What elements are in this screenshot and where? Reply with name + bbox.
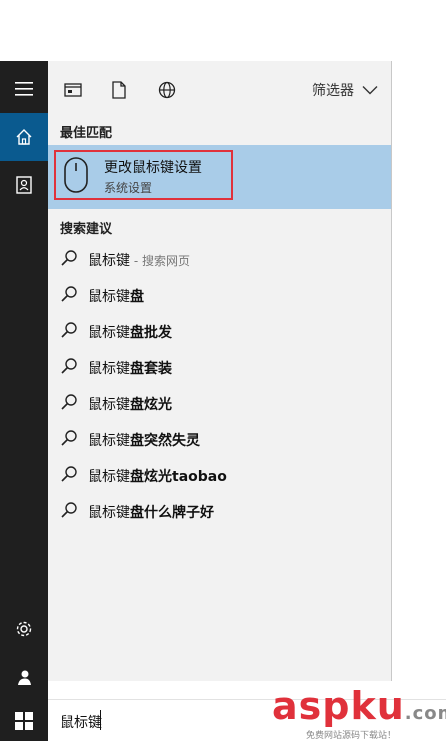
app-window-icon — [64, 83, 82, 97]
search-icon — [61, 466, 77, 482]
start-button[interactable] — [0, 697, 48, 745]
taskbar — [0, 61, 48, 741]
search-icon — [61, 394, 77, 410]
suggestion-completion: 盘炫光 — [130, 397, 172, 413]
text-caret — [100, 710, 101, 730]
suggestion-prefix: 鼠标键 — [88, 325, 130, 341]
search-icon — [61, 250, 77, 266]
search-icon — [61, 502, 77, 518]
home-icon — [16, 129, 32, 145]
watermark-logo: aspku.com 免费网站源码下载站！ — [272, 684, 446, 741]
document-icon — [112, 81, 126, 99]
suggestion-item[interactable]: 鼠标键盘炫光taobao — [48, 457, 392, 493]
contact-icon — [16, 176, 32, 194]
user-button[interactable] — [0, 653, 48, 701]
suggestion-item[interactable]: 鼠标键盘突然失灵 — [48, 421, 392, 457]
suggestion-completion: 盘突然失灵 — [130, 433, 200, 449]
watermark-brand-ku: ku — [350, 684, 405, 728]
suggestion-prefix: 鼠标键 — [88, 433, 130, 449]
filter-dropdown[interactable]: 筛选器 — [312, 79, 378, 101]
gear-icon — [16, 621, 32, 637]
suggestion-prefix: 鼠标键 — [88, 253, 130, 269]
globe-icon — [158, 81, 176, 99]
hamburger-icon — [15, 82, 33, 96]
apps-filter-button[interactable] — [62, 79, 84, 101]
search-icon — [61, 358, 77, 374]
suggestion-item[interactable]: 鼠标键盘炫光 — [48, 385, 392, 421]
suggestion-prefix: 鼠标键 — [88, 289, 130, 305]
documents-filter-button[interactable] — [108, 79, 130, 101]
user-icon — [18, 670, 31, 685]
suggestion-prefix: 鼠标键 — [88, 469, 130, 485]
search-input-value: 鼠标键 — [60, 715, 102, 731]
search-icon — [61, 430, 77, 446]
suggestion-completion: 盘批发 — [130, 325, 172, 341]
suggestion-item[interactable]: 鼠标键盘 — [48, 277, 392, 313]
watermark-tagline: 免费网站源码下载站！ — [306, 731, 397, 741]
web-filter-button[interactable] — [156, 79, 178, 101]
filter-toolbar: 筛选器 — [48, 61, 392, 117]
home-button[interactable] — [0, 113, 48, 161]
suggestion-prefix: 鼠标键 — [88, 505, 130, 521]
suggestion-prefix: 鼠标键 — [88, 397, 130, 413]
suggestion-completion: 盘炫光taobao — [130, 469, 227, 485]
windows-logo-icon — [15, 712, 33, 730]
watermark-brand-asp: asp — [272, 684, 351, 728]
chevron-down-icon — [362, 86, 378, 95]
suggestion-item[interactable]: 鼠标键 - 搜索网页 — [48, 241, 392, 277]
suggestion-item[interactable]: 鼠标键盘套装 — [48, 349, 392, 385]
suggestion-completion: 盘 — [130, 289, 144, 305]
search-icon — [61, 322, 77, 338]
search-icon — [61, 286, 77, 302]
suggestion-prefix: 鼠标键 — [88, 361, 130, 377]
settings-button[interactable] — [0, 605, 48, 653]
panel-border — [391, 61, 392, 681]
search-panel: 筛选器 最佳匹配 更改鼠标键设置 系统设置 搜索建议 鼠标键 - 搜索网页 鼠标… — [48, 61, 392, 681]
menu-button[interactable] — [0, 65, 48, 113]
watermark-brand-com: .com — [404, 703, 446, 724]
mouse-icon — [64, 157, 88, 193]
suggestion-completion: 盘什么牌子好 — [130, 505, 214, 521]
best-match-heading: 最佳匹配 — [60, 126, 113, 141]
suggestions-heading: 搜索建议 — [60, 222, 113, 237]
best-match-result[interactable]: 更改鼠标键设置 系统设置 — [48, 145, 392, 209]
suggestion-item[interactable]: 鼠标键盘批发 — [48, 313, 392, 349]
suggestion-completion: 盘套装 — [130, 361, 172, 377]
best-match-subtitle: 系统设置 — [104, 181, 153, 195]
notebook-button[interactable] — [0, 161, 48, 209]
suggestion-item[interactable]: 鼠标键盘什么牌子好 — [48, 493, 392, 529]
best-match-title: 更改鼠标键设置 — [104, 160, 202, 176]
suggestion-note: - 搜索网页 — [130, 254, 190, 268]
filter-label: 筛选器 — [312, 83, 354, 99]
